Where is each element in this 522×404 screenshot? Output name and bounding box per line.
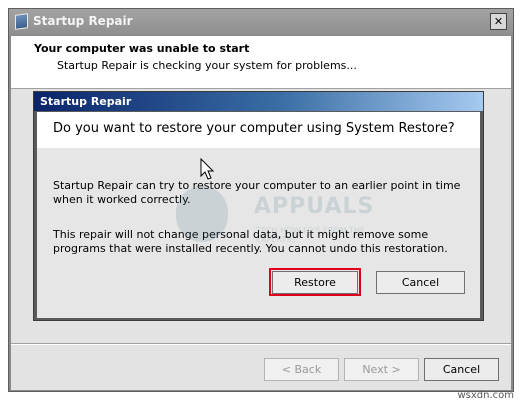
startup-repair-icon bbox=[15, 13, 28, 30]
main-cancel-button[interactable]: Cancel bbox=[424, 358, 499, 381]
back-button[interactable]: < Back bbox=[264, 358, 339, 381]
appuals-watermark: APPUALS TECH HOW-TO'S FROM THE EXPERTS! bbox=[176, 186, 373, 260]
main-titlebar: Startup Repair ✕ bbox=[9, 9, 513, 35]
header-subtitle: Startup Repair is checking your system f… bbox=[57, 59, 357, 72]
next-button[interactable]: Next > bbox=[344, 358, 419, 381]
watermark-tagline: TECH HOW-TO'S FROM THE EXPERTS! bbox=[256, 226, 365, 244]
footer-divider bbox=[11, 343, 511, 345]
restore-highlight-box bbox=[269, 268, 361, 296]
dialog-question: Do you want to restore your computer usi… bbox=[53, 121, 455, 136]
header-title: Your computer was unable to start bbox=[34, 42, 250, 55]
site-watermark: wsxdn.com bbox=[457, 390, 514, 401]
watermark-brand: APPUALS bbox=[254, 194, 375, 219]
mascot-icon bbox=[176, 186, 228, 242]
dialog-title: Startup Repair bbox=[40, 95, 132, 108]
main-window-title: Startup Repair bbox=[33, 14, 133, 28]
main-close-button[interactable]: ✕ bbox=[490, 13, 507, 30]
dialog-cancel-button[interactable]: Cancel bbox=[376, 271, 465, 294]
mouse-pointer-icon bbox=[200, 158, 215, 180]
